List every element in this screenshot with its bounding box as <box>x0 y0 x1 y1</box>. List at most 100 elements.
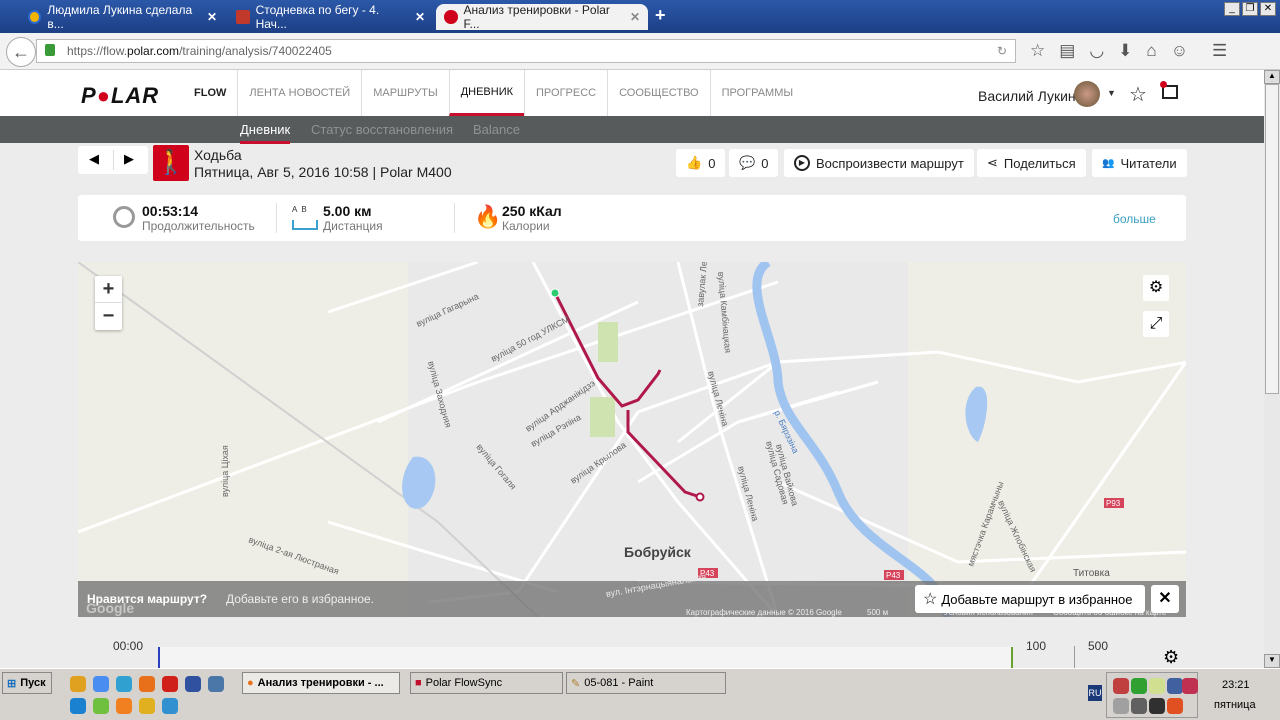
opera-icon[interactable] <box>162 676 178 692</box>
zoom-out-button[interactable]: − <box>95 303 122 330</box>
nav-diary[interactable]: ДНЕВНИК <box>448 70 525 116</box>
browser-tab[interactable]: Людмила Лукина сделала в... ✕ <box>20 3 225 31</box>
chat-icon[interactable]: ☺ <box>1171 41 1188 61</box>
timeline-track[interactable] <box>158 647 1013 668</box>
polar-logo[interactable]: P●LAR <box>81 83 159 109</box>
subnav-recovery[interactable]: Статус восстановления <box>311 122 453 137</box>
tray-icon[interactable] <box>1131 678 1147 694</box>
avast-icon[interactable] <box>70 676 86 692</box>
subnav-balance[interactable]: Balance <box>473 122 520 137</box>
tray-icon[interactable] <box>1149 678 1165 694</box>
home-app-icon[interactable] <box>116 676 132 692</box>
timeline-settings-icon[interactable]: ⚙ <box>1163 647 1179 668</box>
nav-feed[interactable]: ЛЕНТА НОВОСТЕЙ <box>237 70 361 116</box>
village-label: Титовка <box>1073 568 1110 579</box>
taskbar-window-flowsync[interactable]: ■ Polar FlowSync <box>410 672 563 694</box>
pocket-icon[interactable]: ◡ <box>1089 41 1104 61</box>
more-link[interactable]: больше <box>1113 212 1156 226</box>
route-map[interactable]: вуліца Гагарына вуліца 50 год УЛКСМ вулі… <box>78 262 1186 617</box>
language-indicator[interactable]: RU <box>1088 685 1102 701</box>
menu-icon[interactable]: ☰ <box>1212 41 1227 61</box>
save-icon[interactable] <box>185 676 201 692</box>
street-label: вуліца Жлобінская <box>996 499 1038 574</box>
nav-routes[interactable]: МАРШРУТЫ <box>361 70 448 116</box>
url-input[interactable]: https://flow.polar.com/training/analysis… <box>36 39 1016 63</box>
avatar[interactable] <box>1074 81 1100 107</box>
like-button[interactable]: 👍 0 <box>676 149 726 177</box>
comments-count: 0 <box>761 155 769 171</box>
ruler-icon <box>292 220 318 230</box>
tray-icon[interactable] <box>1182 678 1198 694</box>
app-icon[interactable] <box>162 698 178 714</box>
user-name[interactable]: Василий Лукин <box>978 88 1076 104</box>
taskbar-window-paint[interactable]: ✎ 05-081 - Paint <box>566 672 726 694</box>
odnoklassniki-icon[interactable] <box>116 698 132 714</box>
star-icon: ☆ <box>923 591 938 608</box>
replay-route-button[interactable]: ▶ Воспроизвести маршрут <box>784 149 974 177</box>
run-icon <box>236 10 250 24</box>
scroll-up-button[interactable]: ▲ <box>1264 70 1280 84</box>
nav-community[interactable]: СООБЩЕСТВО <box>607 70 710 116</box>
close-tab-icon[interactable]: ✕ <box>415 10 425 24</box>
lake <box>965 386 988 442</box>
tray-icon[interactable] <box>1113 678 1129 694</box>
followers-button[interactable]: 👥 Читатели <box>1092 149 1187 177</box>
clock-time[interactable]: 23:21 <box>1222 679 1250 691</box>
add-favorite-button[interactable]: ☆ Добавьте маршрут в избранное <box>915 585 1145 613</box>
minimize-button[interactable]: _ <box>1224 2 1240 16</box>
chrome-icon[interactable] <box>93 676 109 692</box>
home-icon[interactable]: ⌂ <box>1146 41 1156 61</box>
reload-icon[interactable]: ↻ <box>997 40 1007 62</box>
favorites-star-icon[interactable]: ☆ <box>1129 82 1147 107</box>
scroll-down-button[interactable]: ▼ <box>1264 654 1280 668</box>
duration-label: Продолжительность <box>142 219 255 233</box>
taskbar-window-firefox[interactable]: ● Анализ тренировки - ... <box>242 672 400 694</box>
new-tab-button[interactable]: + <box>655 5 666 26</box>
tray-icon[interactable] <box>1131 698 1147 714</box>
back-button[interactable]: ← <box>6 37 36 67</box>
restore-button[interactable]: ❐ <box>1242 2 1258 16</box>
share-button[interactable]: ⋖ Поделиться <box>977 149 1086 177</box>
close-tab-icon[interactable]: ✕ <box>630 10 640 24</box>
subnav-diary[interactable]: Дневник <box>240 122 291 144</box>
bookmark-star-icon[interactable]: ☆ <box>1030 41 1045 61</box>
tray-icon[interactable] <box>1167 678 1183 694</box>
next-arrow-icon[interactable]: ▶ <box>124 151 134 167</box>
tray-icon[interactable] <box>1149 698 1165 714</box>
scroll-thumb[interactable] <box>1265 84 1279 394</box>
firefox-icon[interactable] <box>139 676 155 692</box>
map-canvas[interactable]: вуліца Гагарына вуліца 50 год УЛКСМ вулі… <box>78 262 1186 617</box>
browser-tab[interactable]: Стодневка по бегу - 4. Нач... ✕ <box>228 3 433 31</box>
nav-progress[interactable]: ПРОГРЕСС <box>524 70 607 116</box>
page-scrollbar[interactable]: ▲ ▼ <box>1264 70 1280 668</box>
messages-icon[interactable] <box>1160 81 1178 99</box>
flow-label[interactable]: FLOW <box>186 70 237 116</box>
zoom-in-button[interactable]: + <box>95 276 122 303</box>
distance-value: 5.00 км <box>323 203 372 219</box>
browser-tab-active[interactable]: Анализ тренировки - Polar F... ✕ <box>436 3 648 31</box>
tray-icon[interactable] <box>1167 698 1183 714</box>
distance-stat: 5.00 км Дистанция <box>323 203 383 233</box>
url-path: /training/analysis/740022405 <box>179 44 332 58</box>
nav-programs[interactable]: ПРОГРАММЫ <box>709 70 805 116</box>
windows-icon: ⊞ <box>7 677 17 690</box>
tray-icon[interactable] <box>1113 698 1129 714</box>
comment-button[interactable]: 💬 0 <box>729 149 779 177</box>
ie-icon[interactable] <box>70 698 86 714</box>
map-settings-icon[interactable]: ⚙ <box>1143 275 1169 301</box>
close-window-button[interactable]: ✕ <box>1260 2 1276 16</box>
download-icon[interactable]: ⬇ <box>1118 41 1132 61</box>
fullscreen-icon[interactable]: ⤢ <box>1143 311 1169 337</box>
play-icon: ▶ <box>794 155 810 171</box>
system-tray <box>1106 672 1198 718</box>
duration-stat: 00:53:14 Продолжительность <box>142 203 255 233</box>
start-button[interactable]: ⊞ Пуск <box>2 672 52 694</box>
user-menu-chevron-icon[interactable]: ▼ <box>1107 88 1116 98</box>
reading-list-icon[interactable]: ▤ <box>1059 41 1075 61</box>
vk-icon[interactable] <box>208 676 224 692</box>
map-app-icon[interactable] <box>93 698 109 714</box>
prev-arrow-icon[interactable]: ◀ <box>89 151 99 167</box>
close-favorite-bar-button[interactable]: ✕ <box>1151 585 1179 613</box>
close-tab-icon[interactable]: ✕ <box>207 10 217 24</box>
media-player-icon[interactable] <box>139 698 155 714</box>
